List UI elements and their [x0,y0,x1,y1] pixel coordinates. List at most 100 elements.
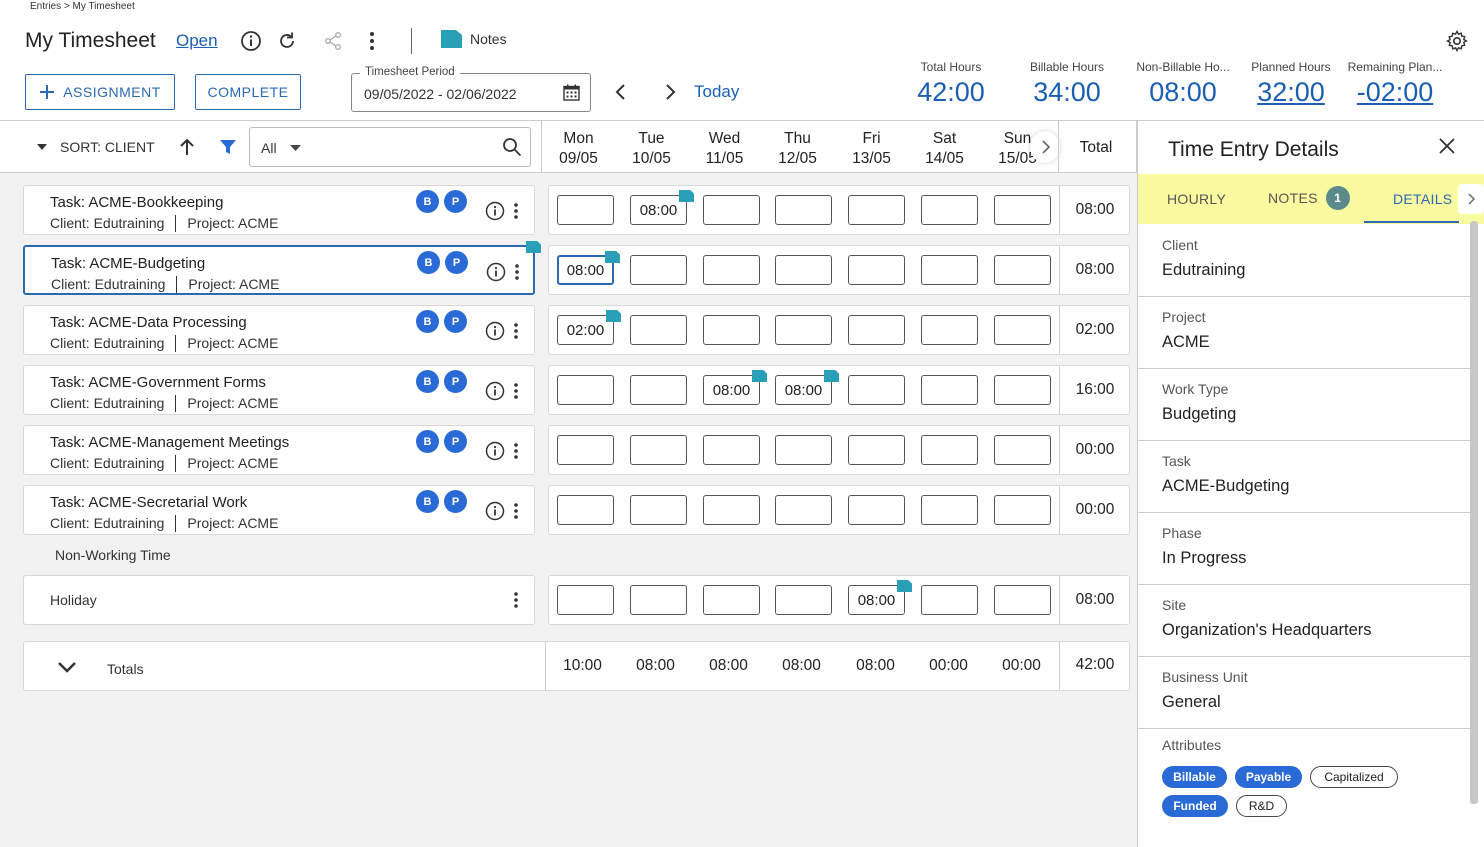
hours-input[interactable] [848,375,905,405]
hours-input[interactable] [775,495,832,525]
hours-input[interactable] [557,585,614,615]
hours-input[interactable] [921,315,978,345]
hours-input[interactable] [703,315,760,345]
hours-input[interactable] [921,435,978,465]
note-indicator-icon[interactable] [606,310,621,322]
info-icon[interactable] [485,261,507,283]
hours-input[interactable] [630,585,687,615]
hours-input[interactable] [703,585,760,615]
info-icon[interactable] [484,440,506,462]
more-options-icon[interactable] [359,28,385,54]
note-indicator-icon[interactable] [526,241,541,253]
sort-button[interactable]: SORT: CLIENT [36,139,155,155]
hours-input[interactable] [630,375,687,405]
hours-input[interactable] [557,435,614,465]
complete-button[interactable]: COMPLETE [195,74,301,110]
hours-input[interactable] [775,585,832,615]
info-icon[interactable] [484,500,506,522]
previous-period-button[interactable] [609,80,633,104]
remaining-planned-link[interactable]: -02:00 [1342,77,1448,108]
scroll-days-right-button[interactable] [1030,131,1060,163]
hours-input[interactable] [848,195,905,225]
share-icon[interactable] [320,28,346,54]
more-options-icon[interactable] [506,380,526,402]
panel-scrollbar[interactable] [1470,221,1478,804]
hours-input[interactable] [921,585,978,615]
hours-input[interactable] [921,495,978,525]
holiday-row-card[interactable]: Holiday [23,575,535,625]
tab-hourly[interactable]: HOURLY [1167,191,1226,207]
hours-input[interactable] [994,435,1051,465]
hours-input[interactable] [848,315,905,345]
gear-icon[interactable] [1446,30,1468,57]
hours-input[interactable] [775,435,832,465]
task-row-card[interactable]: Task: ACME-Management Meetings Client: Ed… [23,425,535,475]
close-icon[interactable] [1438,137,1456,160]
hours-input[interactable] [630,255,687,285]
hours-input[interactable] [848,495,905,525]
chevron-down-icon[interactable] [56,658,78,676]
hours-input[interactable] [921,375,978,405]
hours-input[interactable] [921,195,978,225]
hours-input[interactable] [775,315,832,345]
info-icon[interactable] [484,200,506,222]
hours-input[interactable]: 02:00 [557,310,621,345]
hours-input[interactable] [557,375,614,405]
hours-input[interactable]: 08:00 [630,190,694,225]
more-options-icon[interactable] [506,320,526,342]
hours-input[interactable] [921,255,978,285]
hours-input[interactable] [703,435,760,465]
hours-input[interactable] [994,195,1051,225]
hours-input[interactable] [848,435,905,465]
task-row-card[interactable]: Task: ACME-Government Forms Client: Edutr… [23,365,535,415]
notes-button[interactable]: Notes [441,30,507,48]
note-indicator-icon[interactable] [752,370,767,382]
hours-input[interactable] [703,255,760,285]
next-period-button[interactable] [658,80,682,104]
hours-input[interactable] [557,195,614,225]
filter-dropdown[interactable]: All [249,127,531,167]
task-row-card[interactable]: Task: ACME-Data Processing Client: Edutra… [23,305,535,355]
hours-input[interactable] [848,255,905,285]
hours-input[interactable] [557,495,614,525]
hours-input[interactable] [994,495,1051,525]
hours-input[interactable] [994,315,1051,345]
info-icon[interactable] [238,28,264,54]
hours-input[interactable] [775,255,832,285]
sort-ascending-icon[interactable] [176,135,198,159]
more-options-icon[interactable] [506,200,526,222]
more-options-icon[interactable] [506,500,526,522]
hours-input[interactable] [994,585,1051,615]
hours-input[interactable]: 08:00 [703,370,767,405]
timesheet-period-field[interactable]: Timesheet Period 09/05/2022 - 02/06/2022 [351,66,591,112]
hours-input[interactable] [630,315,687,345]
add-assignment-button[interactable]: ASSIGNMENT [25,74,175,110]
task-row-card[interactable]: Task: ACME-Budgeting Client: Edutraining P… [23,241,541,295]
planned-hours-link[interactable]: 32:00 [1246,77,1336,108]
tab-notes[interactable]: NOTES 1 [1268,186,1350,210]
tabs-scroll-right-button[interactable] [1458,184,1484,214]
more-options-icon[interactable] [506,589,526,611]
hours-input[interactable] [630,435,687,465]
hours-input[interactable] [994,255,1051,285]
info-icon[interactable] [484,380,506,402]
today-button[interactable]: Today [694,82,739,102]
more-options-icon[interactable] [506,440,526,462]
hours-input[interactable]: 08:00 [775,370,839,405]
hours-input[interactable] [703,495,760,525]
more-options-icon[interactable] [507,261,527,283]
tab-details[interactable]: DETAILS [1393,191,1452,207]
info-icon[interactable] [484,320,506,342]
task-row-card[interactable]: Task: ACME-Bookkeeping Client: Edutrainin… [23,185,535,235]
task-row-card[interactable]: Task: ACME-Secretarial Work Client: Edutr… [23,485,535,535]
note-indicator-icon[interactable] [605,251,620,263]
hours-input[interactable]: 08:00 [557,251,620,285]
note-indicator-icon[interactable] [679,190,694,202]
hours-input[interactable] [630,495,687,525]
hours-input[interactable]: 08:00 [848,580,912,615]
hours-input[interactable] [703,195,760,225]
note-indicator-icon[interactable] [824,370,839,382]
hours-input[interactable] [994,375,1051,405]
filter-icon[interactable] [216,135,240,159]
hours-input[interactable] [775,195,832,225]
